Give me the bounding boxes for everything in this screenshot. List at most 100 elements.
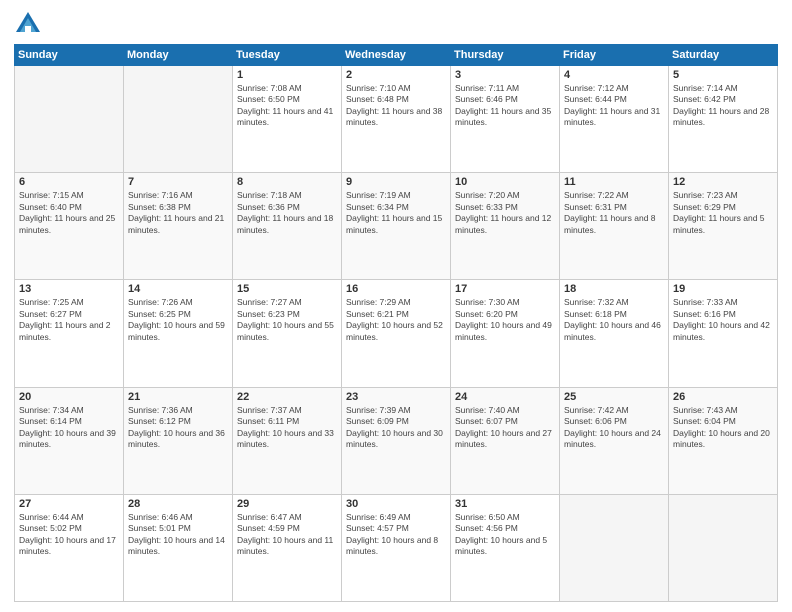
day-number: 8	[237, 176, 337, 188]
day-number: 15	[237, 283, 337, 295]
calendar-cell: 16 Sunrise: 7:29 AMSunset: 6:21 PMDayligh…	[342, 280, 451, 387]
calendar-header-thursday: Thursday	[451, 45, 560, 66]
day-detail: Sunrise: 7:36 AMSunset: 6:12 PMDaylight:…	[128, 405, 228, 451]
day-number: 28	[128, 498, 228, 510]
day-number: 31	[455, 498, 555, 510]
calendar: SundayMondayTuesdayWednesdayThursdayFrid…	[14, 44, 778, 602]
day-detail: Sunrise: 6:44 AMSunset: 5:02 PMDaylight:…	[19, 512, 119, 558]
logo	[14, 10, 46, 38]
calendar-cell: 7 Sunrise: 7:16 AMSunset: 6:38 PMDaylight…	[124, 173, 233, 280]
day-detail: Sunrise: 6:50 AMSunset: 4:56 PMDaylight:…	[455, 512, 555, 558]
day-detail: Sunrise: 7:14 AMSunset: 6:42 PMDaylight:…	[673, 83, 773, 129]
day-detail: Sunrise: 6:47 AMSunset: 4:59 PMDaylight:…	[237, 512, 337, 558]
day-number: 13	[19, 283, 119, 295]
calendar-cell: 6Sunrise: 7:15 AMSunset: 6:40 PMDaylight…	[15, 173, 124, 280]
day-detail: Sunrise: 7:10 AMSunset: 6:48 PMDaylight:…	[346, 83, 446, 129]
calendar-week-row: 27 Sunrise: 6:44 AMSunset: 5:02 PMDayligh…	[15, 494, 778, 601]
calendar-header-saturday: Saturday	[669, 45, 778, 66]
calendar-cell: 1Sunrise: 7:08 AMSunset: 6:50 PMDaylight…	[233, 66, 342, 173]
day-detail: Sunrise: 7:11 AMSunset: 6:46 PMDaylight:…	[455, 83, 555, 129]
day-detail: Sunrise: 7:37 AMSunset: 6:11 PMDaylight:…	[237, 405, 337, 451]
calendar-cell: 20 Sunrise: 7:34 AMSunset: 6:14 PMDayligh…	[15, 387, 124, 494]
calendar-cell: 18 Sunrise: 7:32 AMSunset: 6:18 PMDayligh…	[560, 280, 669, 387]
day-number: 11	[564, 176, 664, 188]
calendar-cell: 13 Sunrise: 7:25 AMSunset: 6:27 PMDayligh…	[15, 280, 124, 387]
day-number: 12	[673, 176, 773, 188]
calendar-cell: 19 Sunrise: 7:33 AMSunset: 6:16 PMDayligh…	[669, 280, 778, 387]
calendar-week-row: 13 Sunrise: 7:25 AMSunset: 6:27 PMDayligh…	[15, 280, 778, 387]
calendar-cell: 24Sunrise: 7:40 AMSunset: 6:07 PMDayligh…	[451, 387, 560, 494]
day-number: 22	[237, 391, 337, 403]
calendar-header-tuesday: Tuesday	[233, 45, 342, 66]
day-number: 14	[128, 283, 228, 295]
day-number: 24	[455, 391, 555, 403]
day-number: 7	[128, 176, 228, 188]
day-detail: Sunrise: 7:29 AMSunset: 6:21 PMDaylight:…	[346, 297, 446, 343]
logo-icon	[14, 10, 42, 38]
calendar-cell	[15, 66, 124, 173]
calendar-cell: 11 Sunrise: 7:22 AMSunset: 6:31 PMDayligh…	[560, 173, 669, 280]
day-number: 26	[673, 391, 773, 403]
day-detail: Sunrise: 7:22 AMSunset: 6:31 PMDaylight:…	[564, 190, 664, 236]
day-number: 27	[19, 498, 119, 510]
day-number: 29	[237, 498, 337, 510]
calendar-header-row: SundayMondayTuesdayWednesdayThursdayFrid…	[15, 45, 778, 66]
day-number: 21	[128, 391, 228, 403]
calendar-week-row: 20 Sunrise: 7:34 AMSunset: 6:14 PMDayligh…	[15, 387, 778, 494]
day-detail: Sunrise: 7:20 AMSunset: 6:33 PMDaylight:…	[455, 190, 555, 236]
calendar-header-friday: Friday	[560, 45, 669, 66]
calendar-week-row: 6Sunrise: 7:15 AMSunset: 6:40 PMDaylight…	[15, 173, 778, 280]
calendar-cell: 4Sunrise: 7:12 AMSunset: 6:44 PMDaylight…	[560, 66, 669, 173]
day-detail: Sunrise: 7:39 AMSunset: 6:09 PMDaylight:…	[346, 405, 446, 451]
day-detail: Sunrise: 7:32 AMSunset: 6:18 PMDaylight:…	[564, 297, 664, 343]
calendar-header-wednesday: Wednesday	[342, 45, 451, 66]
day-number: 5	[673, 69, 773, 81]
day-number: 23	[346, 391, 446, 403]
calendar-cell: 9 Sunrise: 7:19 AMSunset: 6:34 PMDaylight…	[342, 173, 451, 280]
calendar-week-row: 1Sunrise: 7:08 AMSunset: 6:50 PMDaylight…	[15, 66, 778, 173]
day-number: 9	[346, 176, 446, 188]
day-detail: Sunrise: 7:08 AMSunset: 6:50 PMDaylight:…	[237, 83, 337, 129]
calendar-header-sunday: Sunday	[15, 45, 124, 66]
day-detail: Sunrise: 7:18 AMSunset: 6:36 PMDaylight:…	[237, 190, 337, 236]
day-detail: Sunrise: 7:23 AMSunset: 6:29 PMDaylight:…	[673, 190, 773, 236]
day-number: 19	[673, 283, 773, 295]
day-detail: Sunrise: 6:46 AMSunset: 5:01 PMDaylight:…	[128, 512, 228, 558]
calendar-cell: 29 Sunrise: 6:47 AMSunset: 4:59 PMDayligh…	[233, 494, 342, 601]
day-detail: Sunrise: 7:19 AMSunset: 6:34 PMDaylight:…	[346, 190, 446, 236]
day-number: 16	[346, 283, 446, 295]
page: SundayMondayTuesdayWednesdayThursdayFrid…	[0, 0, 792, 612]
calendar-cell: 15 Sunrise: 7:27 AMSunset: 6:23 PMDayligh…	[233, 280, 342, 387]
calendar-cell: 22 Sunrise: 7:37 AMSunset: 6:11 PMDayligh…	[233, 387, 342, 494]
calendar-cell: 8 Sunrise: 7:18 AMSunset: 6:36 PMDaylight…	[233, 173, 342, 280]
day-number: 30	[346, 498, 446, 510]
calendar-cell	[124, 66, 233, 173]
calendar-cell: 21 Sunrise: 7:36 AMSunset: 6:12 PMDayligh…	[124, 387, 233, 494]
calendar-cell: 30Sunrise: 6:49 AMSunset: 4:57 PMDayligh…	[342, 494, 451, 601]
calendar-cell: 31 Sunrise: 6:50 AMSunset: 4:56 PMDayligh…	[451, 494, 560, 601]
calendar-cell: 12 Sunrise: 7:23 AMSunset: 6:29 PMDayligh…	[669, 173, 778, 280]
day-number: 25	[564, 391, 664, 403]
day-number: 3	[455, 69, 555, 81]
calendar-cell: 2Sunrise: 7:10 AMSunset: 6:48 PMDaylight…	[342, 66, 451, 173]
calendar-cell: 25 Sunrise: 7:42 AMSunset: 6:06 PMDayligh…	[560, 387, 669, 494]
day-detail: Sunrise: 7:27 AMSunset: 6:23 PMDaylight:…	[237, 297, 337, 343]
day-detail: Sunrise: 7:25 AMSunset: 6:27 PMDaylight:…	[19, 297, 119, 343]
day-number: 6	[19, 176, 119, 188]
day-detail: Sunrise: 7:34 AMSunset: 6:14 PMDaylight:…	[19, 405, 119, 451]
day-number: 4	[564, 69, 664, 81]
calendar-cell: 28 Sunrise: 6:46 AMSunset: 5:01 PMDayligh…	[124, 494, 233, 601]
calendar-cell: 23 Sunrise: 7:39 AMSunset: 6:09 PMDayligh…	[342, 387, 451, 494]
day-detail: Sunrise: 7:33 AMSunset: 6:16 PMDaylight:…	[673, 297, 773, 343]
calendar-cell: 5 Sunrise: 7:14 AMSunset: 6:42 PMDaylight…	[669, 66, 778, 173]
day-number: 20	[19, 391, 119, 403]
day-number: 18	[564, 283, 664, 295]
calendar-cell: 10Sunrise: 7:20 AMSunset: 6:33 PMDayligh…	[451, 173, 560, 280]
day-number: 17	[455, 283, 555, 295]
calendar-header-monday: Monday	[124, 45, 233, 66]
calendar-cell: 14Sunrise: 7:26 AMSunset: 6:25 PMDayligh…	[124, 280, 233, 387]
day-detail: Sunrise: 7:42 AMSunset: 6:06 PMDaylight:…	[564, 405, 664, 451]
day-detail: Sunrise: 7:43 AMSunset: 6:04 PMDaylight:…	[673, 405, 773, 451]
day-detail: Sunrise: 7:16 AMSunset: 6:38 PMDaylight:…	[128, 190, 228, 236]
calendar-cell: 26 Sunrise: 7:43 AMSunset: 6:04 PMDayligh…	[669, 387, 778, 494]
